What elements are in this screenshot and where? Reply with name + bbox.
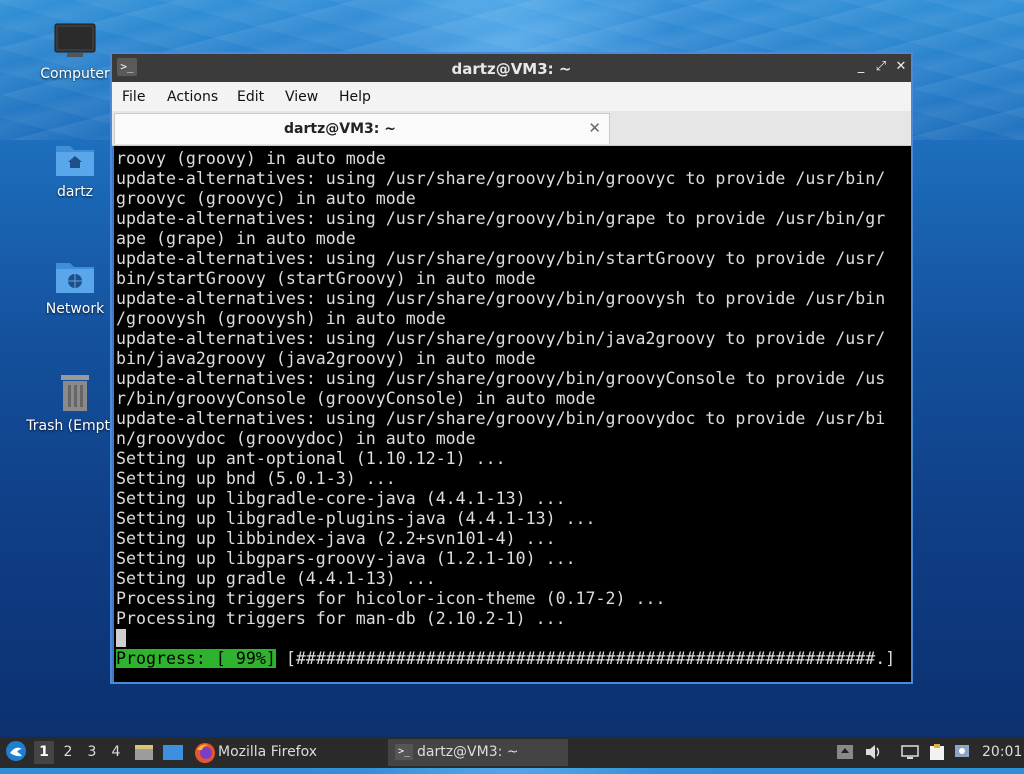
terminal-line: Processing triggers for hicolor-icon-the… xyxy=(116,589,666,608)
terminal-line: Setting up libgpars-groovy-java (1.2.1-1… xyxy=(116,549,576,568)
terminal-line: Setting up bnd (5.0.1-3) ... xyxy=(116,469,396,488)
terminal-line: update-alternatives: using /usr/share/gr… xyxy=(116,169,886,188)
clock[interactable]: 20:01 xyxy=(982,737,1022,768)
terminal-line: update-alternatives: using /usr/share/gr… xyxy=(116,409,886,428)
taskbar: 1 2 3 4 Mozilla Firefox >_ dartz@VM3: ~ xyxy=(0,737,1024,768)
terminal-line: groovyc (groovyc) in auto mode xyxy=(116,189,416,208)
desktop-icon xyxy=(163,745,183,760)
task-label: dartz@VM3: ~ xyxy=(417,744,519,760)
terminal-output[interactable]: roovy (groovy) in auto mode update-altern… xyxy=(114,146,911,682)
terminal-line: roovy (groovy) in auto mode xyxy=(116,149,386,168)
terminal-line: Setting up libgradle-plugins-java (4.4.1… xyxy=(116,509,596,528)
computer-icon xyxy=(54,23,96,57)
workspace-2[interactable]: 2 xyxy=(58,741,78,764)
terminal-line: Processing triggers for man-db (2.10.2-1… xyxy=(116,609,566,628)
progress-bar: [#######################################… xyxy=(275,649,896,668)
terminal-line: update-alternatives: using /usr/share/gr… xyxy=(116,369,886,388)
workspace-4[interactable]: 4 xyxy=(106,741,126,764)
terminal-window: >_ dartz@VM3: ~ _ ⤢ ✕ File Actions Edit … xyxy=(110,52,913,684)
terminal-line: update-alternatives: using /usr/share/gr… xyxy=(116,209,886,228)
terminal-line: Setting up libbindex-java (2.2+svn101-4)… xyxy=(116,529,556,548)
minimize-button[interactable]: _ xyxy=(852,58,870,76)
tab-label: dartz@VM3: ~ xyxy=(284,121,396,137)
terminal-line: bin/startGroovy (startGroovy) in auto mo… xyxy=(116,269,536,288)
window-titlebar[interactable]: >_ dartz@VM3: ~ _ ⤢ ✕ xyxy=(112,54,911,82)
firefox-icon xyxy=(195,743,215,763)
terminal-line: ape (grape) in auto mode xyxy=(116,229,356,248)
terminal-line: /groovysh (groovysh) in auto mode xyxy=(116,309,446,328)
window-title: dartz@VM3: ~ xyxy=(451,60,572,78)
terminal-icon: >_ xyxy=(395,744,413,760)
tab-strip: dartz@VM3: ~ ✕ xyxy=(112,111,911,146)
lxqt-menu-icon xyxy=(6,741,26,761)
show-desktop-button[interactable] xyxy=(162,743,184,762)
progress-label: Progress: [ 99%] xyxy=(116,649,276,668)
terminal-line: r/bin/groovyConsole (groovyConsole) in a… xyxy=(116,389,596,408)
task-label: Mozilla Firefox xyxy=(218,744,318,760)
terminal-line: Setting up gradle (4.4.1-13) ... xyxy=(116,569,436,588)
tab-close-icon[interactable]: ✕ xyxy=(588,119,601,137)
menu-bar: File Actions Edit View Help xyxy=(112,82,911,111)
volume-icon[interactable] xyxy=(864,744,882,760)
menu-file[interactable]: File xyxy=(122,89,145,105)
updates-icon[interactable] xyxy=(836,744,854,760)
terminal-line: bin/java2groovy (java2groovy) in auto mo… xyxy=(116,349,536,368)
terminal-line: n/groovydoc (groovydoc) in auto mode xyxy=(116,429,476,448)
notification-icon[interactable] xyxy=(954,744,972,760)
tab-terminal[interactable]: dartz@VM3: ~ ✕ xyxy=(114,113,610,144)
trash-icon xyxy=(61,375,89,411)
maximize-button[interactable]: ⤢ xyxy=(872,58,890,76)
menu-view[interactable]: View xyxy=(285,89,318,105)
terminal-line: update-alternatives: using /usr/share/gr… xyxy=(116,289,886,308)
home-folder-icon xyxy=(56,146,94,176)
terminal-line: update-alternatives: using /usr/share/gr… xyxy=(116,249,886,268)
task-terminal[interactable]: >_ dartz@VM3: ~ xyxy=(388,739,568,766)
file-manager-icon xyxy=(135,745,153,760)
file-manager-launcher[interactable] xyxy=(134,743,154,762)
workspace-3[interactable]: 3 xyxy=(82,741,102,764)
menu-help[interactable]: Help xyxy=(339,89,371,105)
network-icon[interactable] xyxy=(901,744,919,760)
clipboard-icon[interactable] xyxy=(928,744,946,760)
terminal-lines: roovy (groovy) in auto mode update-altern… xyxy=(116,149,885,629)
progress-line: Progress: [ 99%] [######################… xyxy=(116,649,895,669)
close-button[interactable]: ✕ xyxy=(892,58,910,76)
task-firefox[interactable]: Mozilla Firefox xyxy=(192,739,372,766)
terminal-cursor xyxy=(116,629,126,647)
app-menu-button[interactable] xyxy=(5,740,29,764)
network-folder-icon xyxy=(56,263,94,293)
terminal-line: Setting up ant-optional (1.10.12-1) ... xyxy=(116,449,506,468)
terminal-line: Setting up libgradle-core-java (4.4.1-13… xyxy=(116,489,566,508)
menu-actions[interactable]: Actions xyxy=(167,89,218,105)
workspace-1[interactable]: 1 xyxy=(34,741,54,764)
terminal-line: update-alternatives: using /usr/share/gr… xyxy=(116,329,886,348)
menu-edit[interactable]: Edit xyxy=(237,89,264,105)
